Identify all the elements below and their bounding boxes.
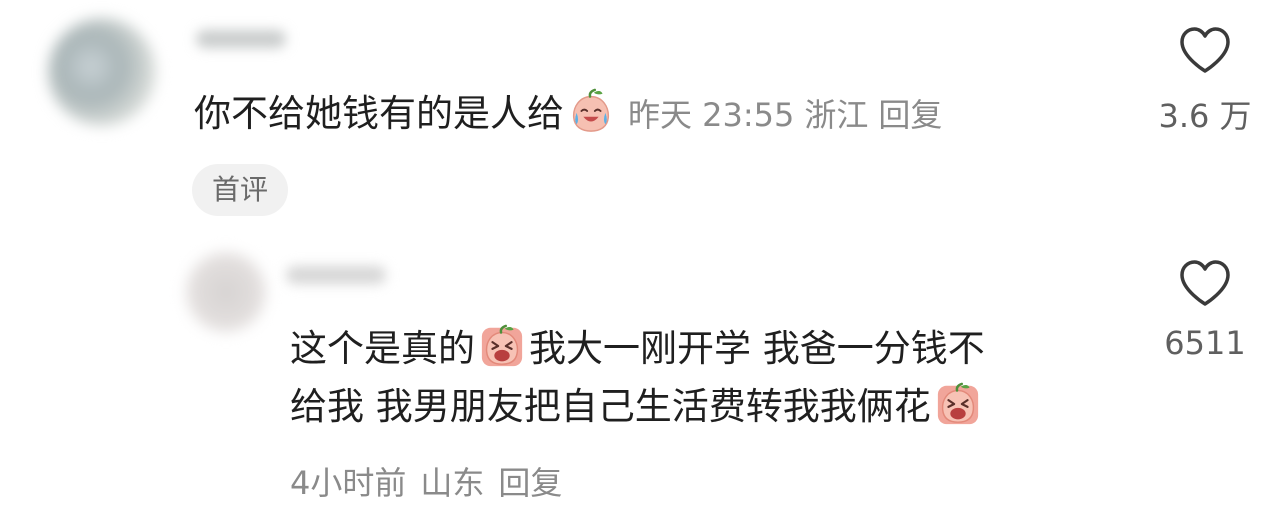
reply-avatar[interactable] <box>186 252 266 332</box>
comment-text: 你不给她钱有的是人给 昨天 23:55 浙江 回复 <box>194 85 942 144</box>
username-blurred[interactable] <box>196 30 286 48</box>
reply-location: 山东 <box>420 464 485 502</box>
reply-like-count: 6511 <box>1164 324 1246 362</box>
crying-peach-emoji-icon <box>573 88 609 132</box>
heart-icon[interactable] <box>1178 258 1232 308</box>
reply-meta: 4小时前 山东 回复 <box>290 458 576 504</box>
reply-body-part1: 这个是真的 <box>290 327 475 370</box>
reply-body-line2: 给我 我男朋友把自己生活费转我我俩花 <box>290 385 931 428</box>
reply-body-part2: 我大一刚开学 我爸一分钱不 <box>529 327 985 370</box>
first-comment-badge: 首评 <box>192 164 289 216</box>
comment-time: 昨天 23:55 <box>628 96 795 134</box>
reply-reply-button[interactable]: 回复 <box>498 464 562 502</box>
reply-line-2: 给我 我男朋友把自己生活费转我我俩花 <box>290 378 1150 436</box>
comment-location: 浙江 <box>804 96 869 134</box>
like-button[interactable]: 3.6 万 <box>1150 25 1260 137</box>
sobbing-peach-emoji-icon <box>937 382 978 425</box>
reply-username-blurred[interactable] <box>286 266 386 284</box>
reply-text: 这个是真的 我大一刚开学 我爸一分钱不 给我 我男朋友把自己生活费转我我俩花 <box>290 320 1150 436</box>
like-count: 3.6 万 <box>1158 97 1252 135</box>
sobbing-peach-emoji-icon <box>481 324 523 367</box>
reply-line-1: 这个是真的 我大一刚开学 我爸一分钱不 <box>290 320 1150 378</box>
comment-body: 你不给她钱有的是人给 <box>194 92 564 135</box>
avatar[interactable] <box>48 18 156 126</box>
reply-time: 4小时前 <box>290 464 407 502</box>
reply-button[interactable]: 回复 <box>878 96 942 134</box>
heart-icon[interactable] <box>1178 25 1232 75</box>
reply-like-button[interactable]: 6511 <box>1150 258 1260 362</box>
